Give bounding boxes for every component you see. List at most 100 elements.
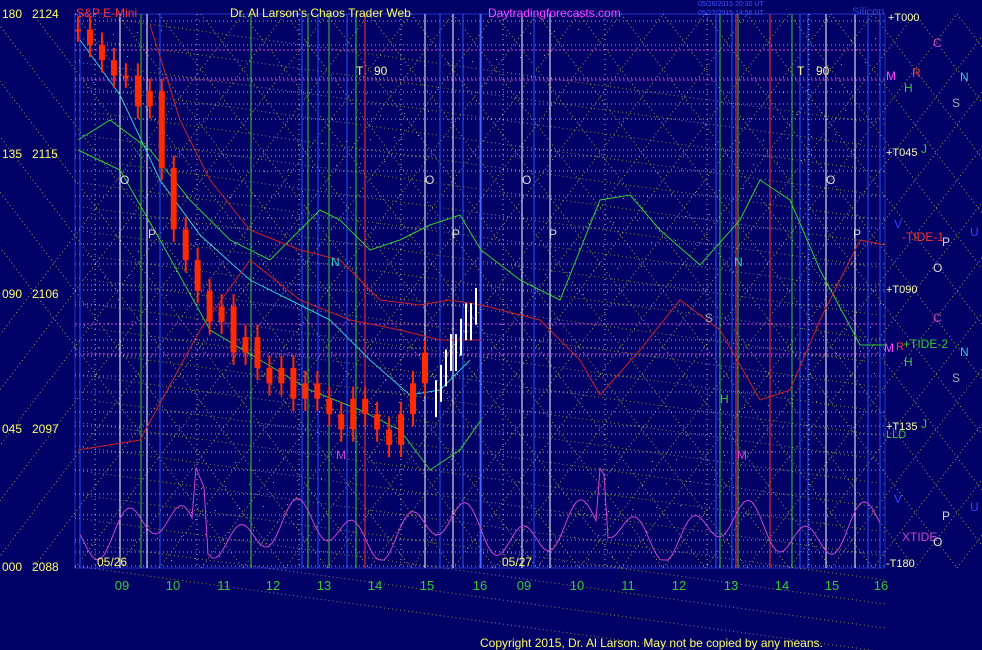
- x-tick-label: 09: [115, 578, 129, 593]
- dot: [627, 244, 628, 245]
- axis-angle-045: 045: [2, 422, 22, 436]
- x-tick-label: 16: [874, 578, 888, 593]
- dot: [147, 562, 148, 563]
- dot: [361, 382, 362, 383]
- price-candle-body: [146, 90, 153, 107]
- price-candle-body: [86, 29, 93, 45]
- dot: [419, 354, 420, 355]
- dot: [253, 530, 254, 531]
- flux-h-1: H: [720, 392, 729, 406]
- dot: [263, 506, 264, 507]
- right-m-1: M: [886, 69, 896, 83]
- dot: [714, 479, 715, 480]
- price-candle-body: [242, 337, 249, 353]
- dot: [816, 401, 817, 402]
- dot: [268, 217, 269, 218]
- marker-t-1: T: [356, 64, 364, 78]
- dot: [739, 142, 740, 143]
- dot: [623, 198, 624, 199]
- dot: [773, 116, 774, 117]
- dot: [846, 329, 847, 330]
- corner-label: Silicon: [852, 6, 884, 18]
- dot: [205, 534, 206, 535]
- dot: [709, 214, 710, 215]
- price-candle-body: [410, 383, 417, 415]
- dot: [322, 143, 323, 144]
- dot: [201, 488, 202, 489]
- timestamp-2: 05/27/2015 14:56 UT: [698, 10, 764, 17]
- dot: [782, 427, 783, 428]
- dot: [360, 163, 361, 164]
- dot: [244, 219, 245, 220]
- dot: [190, 293, 191, 294]
- right-h-2: H: [904, 355, 913, 369]
- dot: [113, 34, 114, 35]
- dot: [685, 216, 686, 217]
- dot: [93, 82, 94, 83]
- dot: [544, 55, 545, 56]
- dot: [666, 483, 667, 484]
- price-candle-body: [218, 306, 225, 322]
- dot: [845, 110, 846, 111]
- x-tick-label: 14: [775, 578, 789, 593]
- dot: [375, 404, 376, 405]
- dot: [550, 539, 551, 540]
- dot: [686, 435, 687, 436]
- dot: [875, 38, 876, 39]
- dot: [661, 218, 662, 219]
- dot: [869, 108, 870, 109]
- dot: [481, 372, 482, 373]
- dot: [467, 350, 468, 351]
- dot: [447, 398, 448, 399]
- dot: [492, 567, 493, 568]
- price-candle-body: [254, 337, 261, 368]
- dot: [772, 451, 773, 452]
- timestamp-1: 05/26/2015 20:30 UT: [698, 1, 764, 8]
- dot: [651, 242, 652, 243]
- right-r-2: R: [896, 341, 904, 353]
- dot: [743, 188, 744, 189]
- dot: [525, 322, 526, 323]
- flux-o-2: O: [425, 173, 434, 187]
- dot: [331, 454, 332, 455]
- x-tick-label: 10: [166, 578, 180, 593]
- dot: [681, 170, 682, 171]
- dot: [652, 461, 653, 462]
- price-candle-body: [278, 367, 285, 384]
- dot: [108, 323, 109, 324]
- dot: [748, 453, 749, 454]
- dot: [166, 295, 167, 296]
- dot: [196, 223, 197, 224]
- dot: [515, 346, 516, 347]
- dot: [181, 536, 182, 537]
- dot: [555, 250, 556, 251]
- dot: [472, 61, 473, 62]
- right-h-1: H: [904, 81, 913, 95]
- dot: [510, 81, 511, 82]
- x-tick-label: 15: [825, 578, 839, 593]
- dot: [520, 57, 521, 58]
- dot: [535, 298, 536, 299]
- dot: [593, 270, 594, 271]
- dot: [438, 87, 439, 88]
- dot: [433, 376, 434, 377]
- dot: [496, 59, 497, 60]
- dot: [521, 276, 522, 277]
- dot: [307, 456, 308, 457]
- site-link[interactable]: Daytradingforecasts.com: [488, 6, 621, 20]
- dot: [865, 62, 866, 63]
- dot: [269, 436, 270, 437]
- flux-m-1: M: [336, 448, 346, 462]
- dot: [258, 241, 259, 242]
- right-s-2: S: [952, 371, 960, 385]
- axis-price-2097: 2097: [32, 422, 59, 436]
- flux-p-4: P: [853, 227, 861, 241]
- dot: [287, 504, 288, 505]
- price-candle-body: [110, 60, 117, 76]
- dot: [162, 249, 163, 250]
- dot: [612, 557, 613, 558]
- dot: [584, 513, 585, 514]
- x-tick-label: 11: [217, 578, 231, 593]
- dot: [811, 136, 812, 137]
- dot: [613, 222, 614, 223]
